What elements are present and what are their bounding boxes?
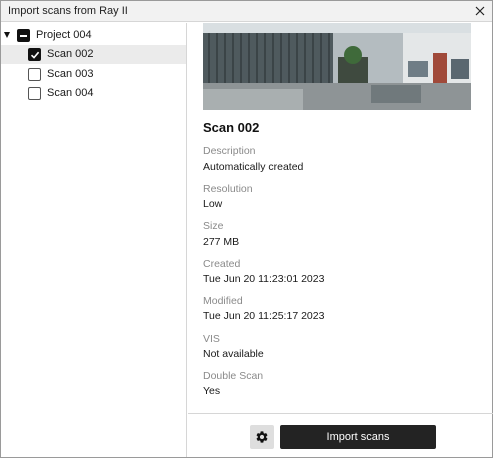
scan-checkbox[interactable] xyxy=(28,87,41,100)
field-value: Not available xyxy=(203,348,264,360)
title-bar: Import scans from Ray II xyxy=(1,1,492,22)
import-dialog: Import scans from Ray II Project 004 Sca… xyxy=(0,0,493,458)
field-label: Modified xyxy=(203,295,243,307)
dialog-footer: Import scans xyxy=(188,413,493,457)
field-label: VIS xyxy=(203,333,220,345)
caret-down-icon[interactable] xyxy=(4,32,10,38)
field-value: Automatically created xyxy=(203,161,304,173)
tree-item-scan[interactable]: Scan 002 xyxy=(1,45,186,64)
tree-item-label: Scan 002 xyxy=(47,48,94,60)
field-label: Resolution xyxy=(203,183,253,195)
field-value: Tue Jun 20 11:25:17 2023 xyxy=(203,310,325,322)
field-value: Yes xyxy=(203,385,221,397)
tree-item-project[interactable]: Project 004 xyxy=(1,26,186,45)
close-button[interactable] xyxy=(470,2,490,20)
import-scans-button[interactable]: Import scans xyxy=(280,425,436,449)
field-value: Low xyxy=(203,198,223,210)
tree-item-label: Scan 003 xyxy=(47,68,94,80)
scan-details: Scan 002 Description Automatically creat… xyxy=(188,23,493,413)
gear-icon xyxy=(256,431,268,443)
field-value: 277 MB xyxy=(203,236,240,248)
field-label: Description xyxy=(203,145,256,157)
checkmark-icon xyxy=(30,51,40,59)
field-label: Created xyxy=(203,258,241,270)
field-value: Tue Jun 20 11:23:01 2023 xyxy=(203,273,325,285)
tree-item-scan[interactable]: Scan 004 xyxy=(1,84,186,103)
scan-tree: Project 004 Scan 002 Scan 003 Scan 004 xyxy=(1,23,187,457)
tree-item-label: Project 004 xyxy=(36,29,92,41)
settings-button[interactable] xyxy=(250,425,274,449)
close-icon xyxy=(475,6,485,16)
scan-checkbox[interactable] xyxy=(28,68,41,81)
scan-checkbox[interactable] xyxy=(28,48,41,61)
field-label: Size xyxy=(203,220,224,232)
scan-preview-image xyxy=(203,23,471,110)
scan-title: Scan 002 xyxy=(203,120,260,135)
tree-item-label: Scan 004 xyxy=(47,87,94,99)
tree-item-scan[interactable]: Scan 003 xyxy=(1,65,186,84)
project-checkbox[interactable] xyxy=(17,29,30,42)
window-title: Import scans from Ray II xyxy=(8,5,128,17)
field-label: Double Scan xyxy=(203,370,264,382)
